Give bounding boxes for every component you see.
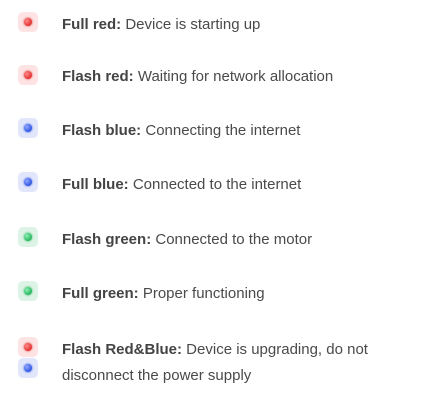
status-line-full-blue: Full blue: Connected to the internet xyxy=(62,174,301,196)
blue-led-icon xyxy=(18,172,38,192)
status-line-flash-green: Flash green: Connected to the motor xyxy=(62,229,312,251)
status-description: Device is starting up xyxy=(121,16,261,33)
blue-led-dot xyxy=(24,178,32,186)
status-line-full-red: Full red: Device is starting up xyxy=(62,14,260,36)
red-led-dot xyxy=(24,343,32,351)
status-label: Flash red: xyxy=(62,68,134,85)
blue-led-dot xyxy=(24,124,32,132)
green-led-icon xyxy=(18,227,38,247)
red-led-icon xyxy=(18,65,38,85)
green-led-dot xyxy=(24,233,32,241)
status-description: Connected to the internet xyxy=(128,176,302,193)
blue-led-icon xyxy=(18,118,38,138)
red-led-dot xyxy=(24,18,32,26)
status-label: Flash blue: xyxy=(62,122,142,139)
red-led-dot xyxy=(24,71,32,79)
status-description: Connecting the internet xyxy=(141,122,301,139)
status-label: Full red: xyxy=(62,16,122,33)
status-description: Proper functioning xyxy=(138,285,265,302)
status-line-flash-red: Flash red: Waiting for network allocatio… xyxy=(62,66,333,88)
status-description: Waiting for network allocation xyxy=(133,68,334,85)
status-label: Full blue: xyxy=(62,176,129,193)
status-line-flash-blue: Flash blue: Connecting the internet xyxy=(62,120,300,142)
green-led-dot xyxy=(24,287,32,295)
status-line-full-green: Full green: Proper functioning xyxy=(62,283,265,305)
status-description: Connected to the motor xyxy=(151,231,313,248)
status-label: Full green: xyxy=(62,285,139,302)
blue-led-dot xyxy=(24,364,32,372)
blue-led-icon xyxy=(18,358,38,378)
red-led-icon xyxy=(18,12,38,32)
status-line-flash-red-blue: Flash Red&Blue: Device is upgrading, do … xyxy=(62,337,422,389)
status-label: Flash green: xyxy=(62,231,152,248)
status-label: Flash Red&Blue: xyxy=(62,341,183,358)
red-led-icon xyxy=(18,337,38,357)
green-led-icon xyxy=(18,281,38,301)
